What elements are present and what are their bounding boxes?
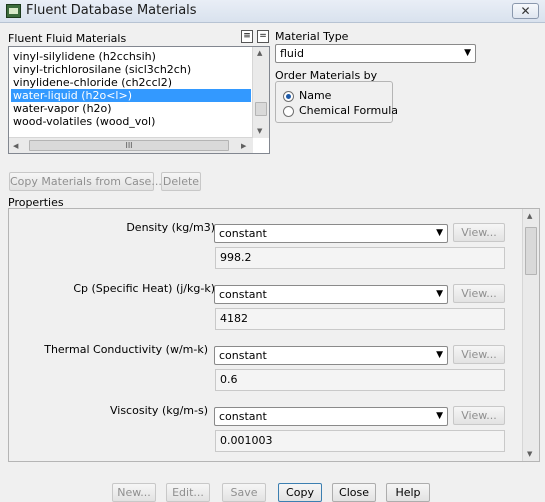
order-by-name-label[interactable]: Name	[299, 89, 331, 102]
thermal-conductivity-value-field[interactable]: 0.6	[215, 369, 505, 391]
close-button[interactable]: Close	[332, 483, 376, 502]
list-vertical-scrollbar[interactable]: ▲ ▼	[252, 47, 269, 138]
chevron-down-icon: ▼	[436, 228, 443, 238]
density-method-value: constant	[219, 227, 267, 240]
density-label: Density (kg/m3)	[126, 221, 215, 234]
cp-view-button[interactable]: View...	[453, 284, 505, 303]
window-close-button[interactable]: ✕	[512, 3, 539, 19]
material-type-label: Material Type	[275, 30, 349, 43]
chevron-down-icon: ▼	[436, 411, 443, 421]
properties-vscroll-thumb[interactable]	[525, 227, 537, 275]
density-value-field[interactable]: 998.2	[215, 247, 505, 269]
save-button[interactable]: Save	[222, 483, 266, 502]
scroll-down-icon[interactable]: ▼	[257, 127, 262, 135]
viscosity-label: Viscosity (kg/m-s)	[109, 404, 208, 417]
list-item[interactable]: vinylidene-chloride (ch2ccl2)	[11, 76, 251, 89]
density-method-select[interactable]: constant ▼	[214, 224, 448, 243]
list-item[interactable]: vinyl-trichlorosilane (sicl3ch2ch)	[11, 63, 251, 76]
cp-method-value: constant	[219, 288, 267, 301]
list-horizontal-scrollbar[interactable]: ◀ III ▶	[9, 137, 253, 153]
materials-listbox[interactable]: vinyl-silylidene (h2cchsih) vinyl-trichl…	[8, 46, 270, 154]
title-bar: Fluent Database Materials ✕	[0, 0, 545, 23]
new-button[interactable]: New...	[112, 483, 156, 502]
fluent-app-icon	[6, 4, 21, 18]
chevron-down-icon: ▼	[436, 350, 443, 360]
thermal-conductivity-label: Thermal Conductivity (w/m-k)	[44, 343, 208, 356]
material-type-select[interactable]: fluid ▼	[275, 44, 476, 63]
properties-panel: Density (kg/m3) constant ▼ View... 998.2…	[8, 208, 540, 462]
scroll-up-icon[interactable]: ▲	[257, 49, 262, 57]
order-by-group: Name Chemical Formula	[275, 81, 398, 123]
delete-button[interactable]: Delete	[161, 172, 201, 191]
material-type-value: fluid	[280, 47, 304, 60]
materials-list-label: Fluent Fluid Materials	[8, 32, 127, 45]
chevron-down-icon: ▼	[464, 48, 471, 58]
order-by-formula-label[interactable]: Chemical Formula	[299, 104, 398, 117]
list-item[interactable]: vinyl-silylidene (h2cchsih)	[11, 50, 251, 63]
copy-materials-from-case-button[interactable]: Copy Materials from Case...	[9, 172, 162, 191]
edit-button[interactable]: Edit...	[166, 483, 210, 502]
list-hscroll-thumb[interactable]: III	[29, 140, 229, 151]
cp-value-field[interactable]: 4182	[215, 308, 505, 330]
cp-label: Cp (Specific Heat) (j/kg-k)	[73, 282, 215, 295]
list-item[interactable]: water-vapor (h2o)	[11, 102, 251, 115]
list-item-selected[interactable]: water-liquid (h2o<l>)	[11, 89, 251, 102]
scroll-down-icon[interactable]: ▼	[527, 450, 532, 458]
order-by-name-radio[interactable]	[283, 91, 294, 102]
thermal-conductivity-method-value: constant	[219, 349, 267, 362]
thermal-conductivity-method-select[interactable]: constant ▼	[214, 346, 448, 365]
properties-vertical-scrollbar[interactable]: ▲ ▼	[522, 209, 539, 461]
cp-method-select[interactable]: constant ▼	[214, 285, 448, 304]
scroll-left-icon[interactable]: ◀	[13, 142, 18, 150]
order-by-formula-radio[interactable]	[283, 106, 294, 117]
viscosity-value-field[interactable]: 0.001003	[215, 430, 505, 452]
list-clear-icon[interactable]: =	[257, 30, 269, 43]
scroll-up-icon[interactable]: ▲	[527, 212, 532, 220]
help-button[interactable]: Help	[386, 483, 430, 502]
scroll-right-icon[interactable]: ▶	[241, 142, 246, 150]
viscosity-method-select[interactable]: constant ▼	[214, 407, 448, 426]
thermal-conductivity-view-button[interactable]: View...	[453, 345, 505, 364]
list-item[interactable]: wood-volatiles (wood_vol)	[11, 115, 251, 128]
window-title: Fluent Database Materials	[26, 3, 197, 18]
density-view-button[interactable]: View...	[453, 223, 505, 242]
chevron-down-icon: ▼	[436, 289, 443, 299]
list-vscroll-thumb[interactable]	[255, 102, 267, 116]
list-all-icon[interactable]: ≡	[241, 30, 253, 43]
viscosity-view-button[interactable]: View...	[453, 406, 505, 425]
copy-button[interactable]: Copy	[278, 483, 322, 502]
viscosity-method-value: constant	[219, 410, 267, 423]
